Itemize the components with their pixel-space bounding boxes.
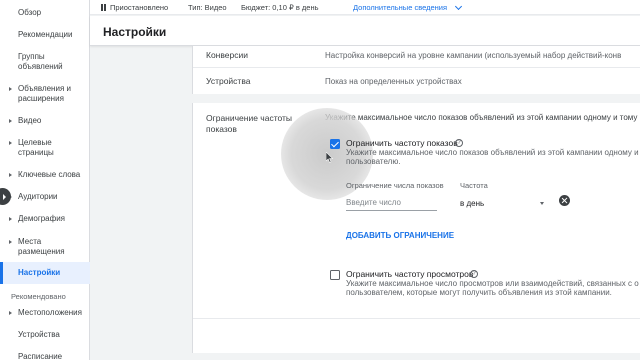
limit-views-label[interactable]: Ограничить частоту просмотров xyxy=(346,269,473,279)
divider xyxy=(193,67,640,68)
sidebar-item-label: Целевые страницы xyxy=(18,138,54,157)
sidebar-item-landing-pages[interactable]: Целевые страницы xyxy=(0,138,90,160)
limit-impressions-label[interactable]: Ограничить частоту показов xyxy=(346,138,458,148)
frequency-select[interactable]: в день xyxy=(460,199,484,208)
sidebar-item-label: Группы объявлений xyxy=(18,52,63,71)
sidebar-item-label: Расписание xyxy=(18,352,63,360)
sidebar-item-label: Рекомендации xyxy=(18,30,73,39)
conversions-value[interactable]: Настройка конверсий на уровне кампании (… xyxy=(325,51,621,60)
sidebar-item-videos[interactable]: Видео xyxy=(0,116,90,128)
limit-impressions-description: Укажите максимальное число показов объяв… xyxy=(346,148,639,157)
sidebar-item-recommendations[interactable]: Рекомендации xyxy=(0,30,90,42)
help-icon[interactable]: ? xyxy=(455,139,463,147)
sidebar-item-ads-extensions[interactable]: Объявления и расширения xyxy=(0,84,90,106)
campaign-budget: Бюджет: 0,10 ₽ в день xyxy=(241,3,319,12)
sidebar-item-label: Местоположения xyxy=(18,308,82,317)
sidebar-item-ad-groups[interactable]: Группы объявлений xyxy=(0,52,90,74)
add-limit-button[interactable]: ДОБАВИТЬ ОГРАНИЧЕНИЕ xyxy=(346,231,454,240)
sidebar-item-label: Видео xyxy=(18,116,42,125)
input-underline xyxy=(346,210,437,211)
sidebar-item-locations[interactable]: Местоположения xyxy=(0,308,90,320)
sidebar-item-settings[interactable]: Настройки xyxy=(0,262,90,284)
expand-arrow-icon xyxy=(9,119,12,123)
expand-arrow-icon xyxy=(9,240,12,244)
expand-arrow-icon xyxy=(9,311,12,315)
sidebar-item-label: Устройства xyxy=(18,330,60,339)
divider xyxy=(193,318,640,319)
limit-impressions-checkbox[interactable] xyxy=(330,139,340,149)
sidebar-item-keywords[interactable]: Ключевые слова xyxy=(0,170,90,182)
sidebar-item-schedule[interactable]: Расписание xyxy=(0,352,90,360)
help-icon[interactable]: ? xyxy=(470,270,478,278)
sidebar-item-label: Обзор xyxy=(18,8,42,17)
expand-arrow-icon xyxy=(9,173,12,177)
expand-arrow-icon xyxy=(9,141,12,145)
details-link[interactable]: Дополнительные сведения xyxy=(353,3,447,12)
sidebar-item-label: Настройки xyxy=(18,268,61,277)
sidebar-item-audiences[interactable]: Аудитории xyxy=(0,192,90,204)
pause-icon xyxy=(101,4,106,11)
sidebar-item-overview[interactable]: Обзор xyxy=(0,8,90,20)
expand-arrow-icon xyxy=(9,217,12,221)
sidebar-item-placements[interactable]: Места размещения xyxy=(0,237,90,259)
settings-card-top: Конверсии Настройка конверсий на уровне … xyxy=(192,46,640,94)
limit-views-description-cont: пользователем, которые могут получить об… xyxy=(346,288,612,297)
frequency-cap-description: Укажите максимальное число показов объяв… xyxy=(325,113,638,122)
sidebar-item-label: Демография xyxy=(18,214,66,223)
sidebar-item-label: Места размещения xyxy=(18,237,65,256)
limit-impressions-description-cont: пользователю. xyxy=(346,157,401,166)
devices-value[interactable]: Показ на определенных устройствах xyxy=(325,77,462,86)
limit-views-checkbox[interactable] xyxy=(330,270,340,280)
sidebar-nav: Обзор Рекомендации Группы объявлений Объ… xyxy=(0,0,90,360)
sidebar-item-devices[interactable]: Устройства xyxy=(0,330,90,342)
page-header: Настройки xyxy=(90,16,640,46)
campaign-status-bar: Приостановлено Тип: Видео Бюджет: 0,10 ₽… xyxy=(90,0,640,15)
remove-limit-icon[interactable] xyxy=(559,195,570,206)
conversions-label: Конверсии xyxy=(206,50,248,60)
campaign-status: Приостановлено xyxy=(110,3,169,12)
sidebar-item-label: Объявления и расширения xyxy=(18,84,71,103)
impression-limit-input[interactable]: Введите число xyxy=(346,198,401,207)
limit-views-description: Укажите максимальное число просмотров ил… xyxy=(346,279,639,288)
frequency-column-header: Частота xyxy=(460,181,488,190)
caret-down-icon[interactable] xyxy=(540,202,544,205)
sidebar-item-label: Аудитории xyxy=(18,192,58,201)
limit-column-header: Ограничение числа показов xyxy=(346,181,444,190)
sidebar-item-label: Ключевые слова xyxy=(18,170,81,179)
expand-arrow-icon xyxy=(9,87,12,91)
sidebar-item-demographics[interactable]: Демография xyxy=(0,214,90,226)
campaign-type: Тип: Видео xyxy=(188,3,227,12)
page-title: Настройки xyxy=(103,25,167,39)
devices-label: Устройства xyxy=(206,76,251,86)
sidebar-section-recommended: Рекомендовано xyxy=(11,292,66,301)
